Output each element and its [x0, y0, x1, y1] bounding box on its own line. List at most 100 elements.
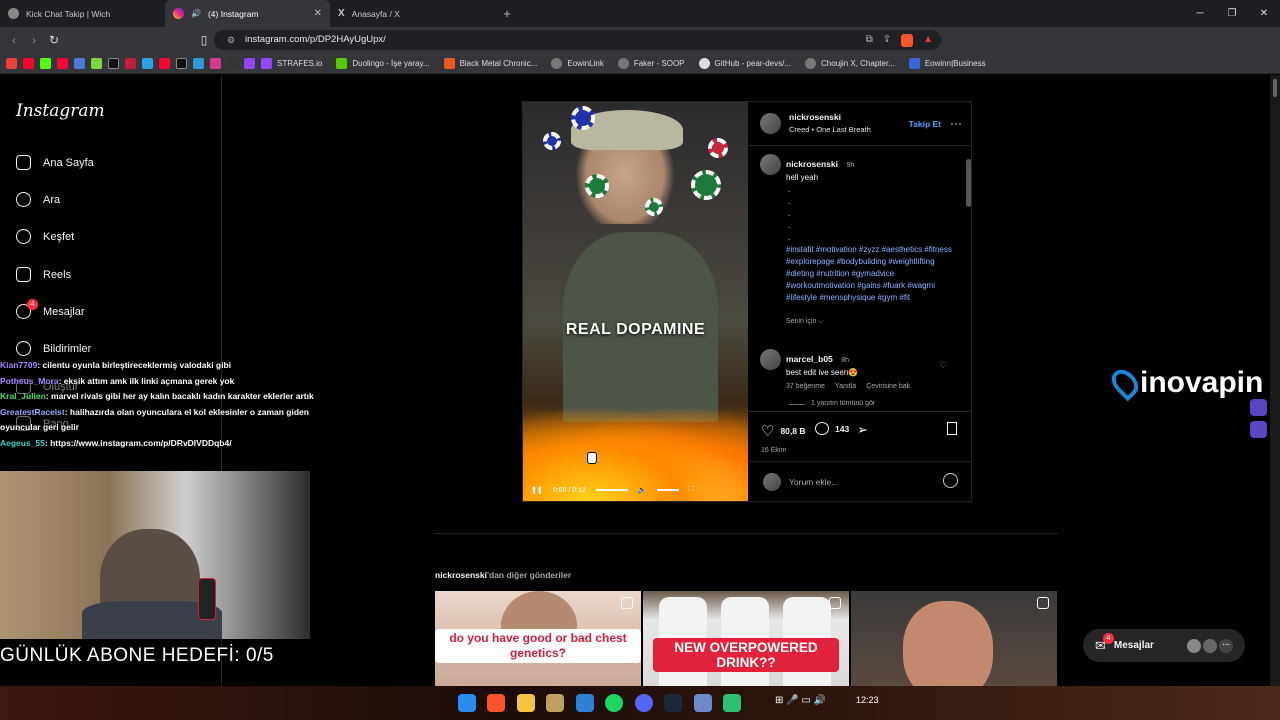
bookmark-faker[interactable]: Faker - SOOP	[617, 57, 685, 69]
file-explorer-icon[interactable]	[517, 694, 535, 712]
tab-instagram[interactable]: 🔊 (4) Instagram ✕	[165, 0, 330, 27]
brave-rewards-icon[interactable]: ▲	[923, 30, 933, 50]
site-info-icon[interactable]: ⚙	[227, 30, 235, 50]
more-options-icon[interactable]: ···	[950, 116, 962, 130]
share-icon[interactable]: ⇪	[883, 30, 891, 50]
bookmark-icon[interactable]	[74, 57, 85, 69]
bookmark-github[interactable]: GitHub - pear-devs/...	[698, 57, 791, 69]
comment-likes[interactable]: 37 beğenme	[786, 383, 825, 390]
back-icon[interactable]: ‹	[4, 33, 24, 47]
app-icon[interactable]	[694, 694, 712, 712]
bookmark-icon[interactable]: ▯	[194, 33, 214, 47]
bookmark-icon[interactable]	[91, 57, 102, 69]
restore-icon[interactable]: ❐	[1216, 0, 1248, 27]
sidebar-item-home[interactable]: Ana Sayfa	[16, 155, 94, 170]
discord-icon[interactable]	[635, 694, 653, 712]
scroll-thumb[interactable]	[966, 159, 971, 207]
windows-start-icon[interactable]	[458, 694, 476, 712]
bookmark-duolingo[interactable]: Duolingo - İşe yaray...	[336, 57, 430, 69]
reel-video[interactable]: REAL DOPAMINE ❚❚ 0:08 / 0:12 🔈 ⛶	[523, 102, 748, 501]
sidebar-item-reels[interactable]: Reels	[16, 267, 71, 282]
share-button[interactable]: ➢	[857, 422, 868, 438]
view-replies-button[interactable]: 1 yanıtın tümünü gör	[786, 400, 951, 407]
comments-scrollbar[interactable]	[964, 147, 972, 411]
x-icon[interactable]	[176, 57, 187, 69]
tab-kick-chat[interactable]: Kick Chat Takip | Wich	[0, 0, 165, 27]
floating-extension-icon[interactable]	[1250, 399, 1267, 416]
sidebar-item-explore[interactable]: Keşfet	[16, 229, 74, 244]
new-tab-button[interactable]: +	[495, 6, 519, 21]
bookmark-choujin[interactable]: Choujin X, Chapter...	[805, 57, 895, 69]
see-translation-button[interactable]: Çevirisine bak	[866, 383, 910, 390]
more-post-thumbnail[interactable]: NEW OVERPOWERED DRINK??	[643, 591, 849, 686]
url-bar[interactable]: ⚙ instagram.com/p/DP2HAyUgUpx/ ⧉ ⇪ ▲	[214, 30, 941, 50]
open-external-icon[interactable]: ⧉	[866, 30, 873, 50]
instagram-icon[interactable]	[210, 57, 221, 69]
sidebar-item-label: Ana Sayfa	[43, 156, 94, 169]
tiktok-icon[interactable]	[108, 57, 119, 69]
video-progress-bar[interactable]	[595, 489, 628, 491]
more-posts-user[interactable]: nickrosenski	[435, 570, 487, 580]
minimize-icon[interactable]: ─	[1184, 0, 1216, 27]
sidebar-item-messages[interactable]: 4 Mesajlar	[16, 299, 85, 319]
more-post-thumbnail[interactable]: do you have good or bad chest genetics?	[435, 591, 641, 686]
reload-icon[interactable]: ↻	[44, 33, 64, 47]
avatar[interactable]	[760, 154, 781, 175]
brave-browser-icon[interactable]	[487, 694, 505, 712]
reply-button[interactable]: Yanıtla	[835, 383, 856, 390]
gmail-icon[interactable]	[6, 57, 17, 69]
bookmark-icon[interactable]	[125, 57, 136, 69]
add-comment-input[interactable]: Yorum ekle...	[789, 477, 838, 487]
twitch-icon[interactable]	[244, 57, 255, 69]
comment-username[interactable]: marcel_b05	[786, 354, 833, 364]
bookmark-icon[interactable]	[142, 57, 153, 69]
bookmark-icon[interactable]	[193, 57, 204, 69]
post-username[interactable]: nickrosenski	[789, 112, 871, 122]
youtube-icon[interactable]	[57, 57, 68, 69]
pause-icon[interactable]: ❚❚	[531, 486, 543, 494]
volume-icon[interactable]: 🔈	[638, 486, 647, 494]
sidebar-item-notifications[interactable]: Bildirimler	[16, 341, 91, 356]
post-audio[interactable]: Creed • One Last Breath	[789, 125, 871, 134]
bookmark-eowinlink[interactable]: EowinLink	[551, 57, 604, 69]
comment-button[interactable]: 143	[815, 422, 849, 435]
page-scroll-thumb[interactable]	[1273, 79, 1277, 97]
avatar[interactable]	[760, 113, 781, 134]
youtube-icon[interactable]	[159, 57, 170, 69]
bookmark-strafes[interactable]: STRAFES.io	[261, 57, 322, 69]
translation-link[interactable]: Senin için ⌵	[786, 318, 964, 326]
brave-shields-icon[interactable]	[901, 34, 914, 47]
bookmark-icon[interactable]	[227, 57, 238, 69]
tool-icon[interactable]	[546, 694, 564, 712]
floating-extension-icon[interactable]	[1250, 421, 1267, 438]
kick-icon[interactable]	[40, 57, 51, 69]
page-scrollbar[interactable]	[1270, 75, 1280, 686]
sidebar-item-search[interactable]: Ara	[16, 192, 60, 207]
comment-like-icon[interactable]: ♡	[939, 360, 947, 371]
follow-button[interactable]: Takip Et	[909, 119, 941, 129]
emoji-icon[interactable]	[943, 473, 958, 488]
save-button[interactable]	[947, 422, 957, 435]
photos-icon[interactable]	[576, 694, 594, 712]
avatar[interactable]	[760, 349, 781, 370]
steam-icon[interactable]	[664, 694, 682, 712]
fullscreen-icon[interactable]: ⛶	[689, 486, 694, 494]
youtube-icon[interactable]	[23, 57, 34, 69]
forward-icon[interactable]: ›	[24, 33, 44, 47]
caption-hashtags[interactable]: #instafit #motivation #zyzz #aesthetics …	[786, 244, 964, 304]
messages-pill[interactable]: ✉ 4 Mesajlar ···	[1083, 629, 1245, 662]
bookmark-black-metal[interactable]: Black Metal Chronic...	[443, 57, 537, 69]
more-post-thumbnail[interactable]	[851, 591, 1057, 686]
close-window-icon[interactable]: ✕	[1248, 0, 1280, 27]
like-button[interactable]: ♡ 80,8 B	[761, 422, 806, 440]
close-tab-icon[interactable]: ✕	[314, 8, 322, 19]
bookmark-eowinn-business[interactable]: Eowinn|Business	[908, 57, 986, 69]
caption-username[interactable]: nickrosenski	[786, 159, 838, 169]
tab-x[interactable]: X Anasayfa / X	[330, 0, 495, 27]
taskbar-clock[interactable]: 12:23	[856, 695, 879, 705]
app-icon[interactable]	[723, 694, 741, 712]
instagram-logo[interactable]: Instagram	[16, 101, 105, 121]
spotify-icon[interactable]	[605, 694, 623, 712]
volume-slider[interactable]	[656, 489, 679, 491]
tray-icons[interactable]: ⊞ 🎤 ▭ 🔊	[775, 695, 826, 706]
